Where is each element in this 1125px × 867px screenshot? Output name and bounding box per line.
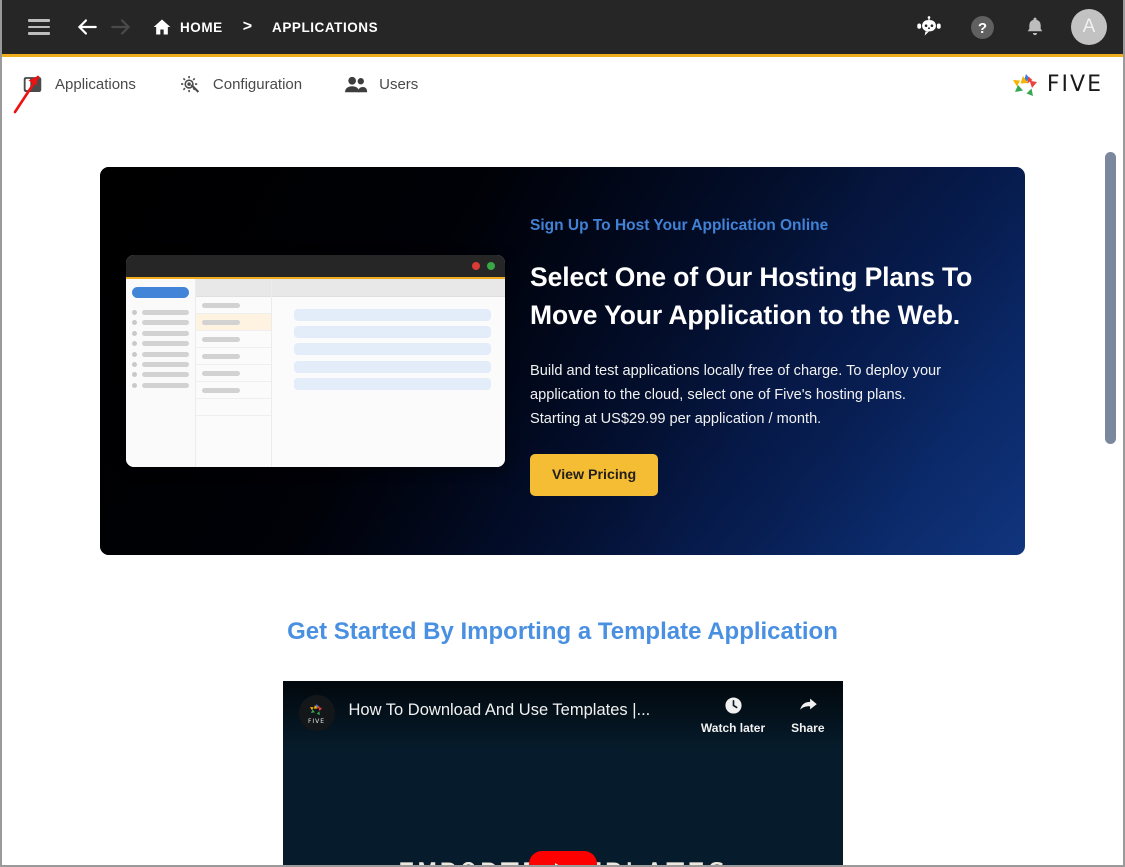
forward-button[interactable] (104, 10, 138, 44)
video-channel-avatar[interactable]: FIVE (298, 695, 335, 731)
header-nav-controls: HOME > APPLICATIONS (22, 10, 378, 44)
help-icon: ? (970, 15, 994, 39)
chatbot-button[interactable] (912, 10, 946, 44)
back-button[interactable] (70, 10, 104, 44)
tab-users[interactable]: Users (344, 73, 418, 97)
vertical-scrollbar-thumb[interactable] (1105, 152, 1116, 444)
header-action-icons: ? A (912, 9, 1107, 45)
mockup-maximize-dot-icon (486, 262, 495, 270)
banner-pricing-line: Starting at US$29.99 per application / m… (530, 410, 822, 427)
tab-applications[interactable]: Applications (20, 73, 136, 97)
five-wordmark: FIVE (1046, 72, 1103, 97)
breadcrumb: HOME > APPLICATIONS (152, 17, 378, 37)
hosting-promo-banner: Sign Up To Host Your Application Online … (100, 167, 1025, 555)
banner-heading-line2: Move Your Application to the Web. (530, 299, 961, 330)
banner-text-block: Sign Up To Host Your Application Online … (530, 167, 1025, 555)
chatbot-icon (917, 16, 941, 36)
configuration-gear-icon (178, 73, 202, 97)
watch-later-label: Watch later (700, 721, 766, 735)
main-tab-bar: Applications Configuration Users FIVE (2, 57, 1123, 112)
breadcrumb-home[interactable]: HOME (180, 20, 223, 35)
tab-users-label: Users (379, 76, 419, 93)
banner-heading: Select One of Our Hosting Plans To Move … (530, 259, 985, 334)
share-label: Share (791, 721, 825, 735)
view-pricing-button[interactable]: View Pricing (530, 453, 659, 496)
notifications-bell-icon (1027, 17, 1043, 36)
video-channel-name: FIVE (307, 717, 326, 725)
five-pinwheel-icon (1012, 73, 1037, 96)
notifications-button[interactable] (1018, 10, 1052, 44)
share-button[interactable]: Share (791, 695, 825, 735)
vertical-scrollbar-track[interactable] (1105, 112, 1120, 865)
help-button[interactable]: ? (965, 10, 999, 44)
hamburger-icon (28, 19, 50, 35)
mockup-titlebar (125, 255, 505, 279)
video-title[interactable]: How To Download And Use Templates |... (349, 701, 651, 720)
banner-paragraph: Build and test applications locally free… (530, 363, 942, 404)
five-brand-logo: FIVE (1009, 70, 1103, 100)
share-arrow-icon (799, 698, 817, 710)
tab-configuration[interactable]: Configuration (178, 73, 302, 97)
tab-configuration-label: Configuration (212, 76, 303, 93)
mockup-record-list (195, 279, 272, 467)
applications-icon (20, 73, 44, 97)
arrow-forward-icon (111, 19, 130, 35)
video-top-overlay: FIVE How To Download And Use Templates |… (282, 681, 843, 751)
breadcrumb-current: APPLICATIONS (272, 19, 379, 35)
watch-later-button[interactable]: Watch later (701, 695, 765, 735)
banner-heading-line1: Select One of Our Hosting Plans To (530, 262, 973, 292)
application-window: HOME > APPLICATIONS ? A Applications Con… (0, 0, 1125, 867)
mockup-close-dot-icon (471, 262, 480, 270)
app-mockup-illustration (100, 167, 530, 555)
banner-eyebrow: Sign Up To Host Your Application Online (530, 217, 829, 234)
youtube-play-icon (555, 862, 575, 865)
page-content: Sign Up To Host Your Application Online … (2, 112, 1123, 865)
tab-applications-label: Applications (55, 76, 136, 93)
users-icon (344, 73, 368, 97)
breadcrumb-separator-icon: > (242, 18, 253, 35)
top-header-bar: HOME > APPLICATIONS ? A (2, 0, 1123, 54)
hamburger-menu-button[interactable] (22, 10, 56, 44)
mockup-sidebar (125, 279, 196, 467)
arrow-back-icon (78, 19, 97, 35)
clock-icon (724, 697, 742, 714)
home-icon (152, 17, 172, 37)
video-action-buttons: Watch later Share (701, 695, 825, 735)
scroll-area: Sign Up To Host Your Application Online … (2, 112, 1123, 865)
tutorial-video-player[interactable]: IMPORTINEMPLATES (282, 681, 843, 865)
avatar[interactable]: A (1071, 9, 1107, 45)
mockup-detail-pane (271, 279, 505, 467)
video-play-button[interactable] (528, 850, 597, 865)
avatar-initial: A (1082, 16, 1096, 37)
svg-text:?: ? (977, 20, 986, 37)
five-pinwheel-icon (310, 703, 322, 715)
get-started-section-title: Get Started By Importing a Template Appl… (287, 618, 838, 645)
